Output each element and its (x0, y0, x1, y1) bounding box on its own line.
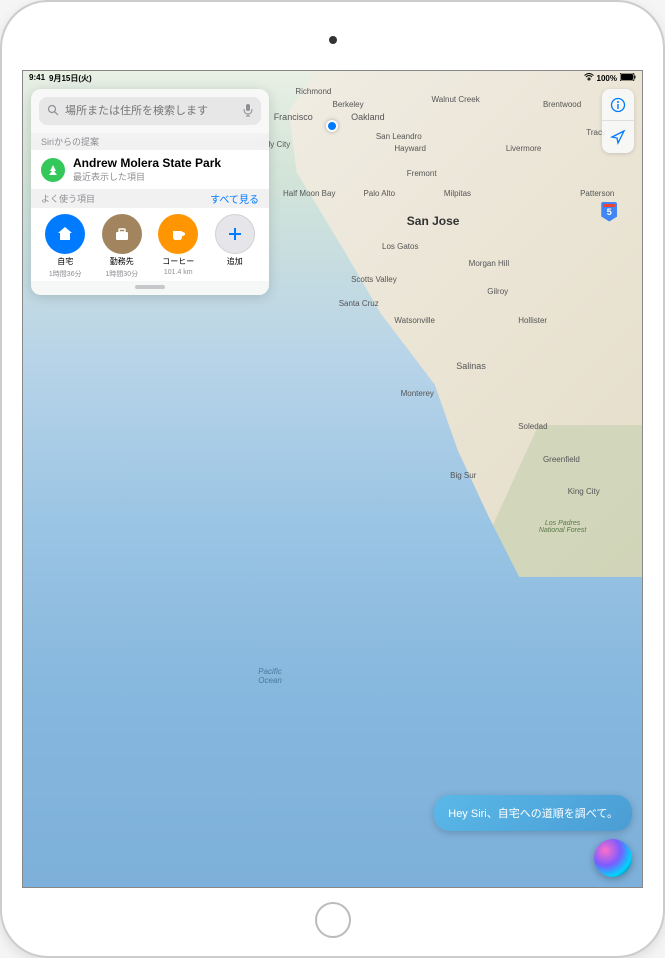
favorites-row: 自宅 1時間36分 勤務先 1時間30分 コーヒー 101.4 km (31, 208, 269, 281)
city-label[interactable]: Santa Cruz (339, 299, 379, 308)
city-label[interactable]: Livermore (506, 144, 542, 153)
city-label[interactable]: Salinas (456, 361, 486, 371)
favorites-section-header: よく使う項目 すべて見る (31, 189, 269, 208)
city-label[interactable]: Oakland (351, 112, 385, 122)
favorite-home[interactable]: 自宅 1時間36分 (41, 214, 90, 279)
home-icon (45, 214, 85, 254)
city-label[interactable]: Los Gatos (382, 242, 418, 251)
city-label[interactable]: Hollister (518, 316, 547, 325)
map-land[interactable] (258, 71, 642, 577)
map-forest (469, 425, 642, 577)
city-label[interactable]: Richmond (295, 87, 331, 96)
search-icon (47, 104, 59, 119)
park-icon (41, 158, 65, 182)
city-label[interactable]: Hayward (394, 144, 426, 153)
info-button[interactable] (602, 89, 634, 121)
briefcase-icon (102, 214, 142, 254)
city-label[interactable]: Berkeley (333, 100, 364, 109)
siri-orb[interactable] (594, 839, 632, 877)
wifi-icon (584, 73, 594, 83)
city-label[interactable]: Walnut Creek (432, 95, 480, 104)
search-input[interactable] (65, 105, 237, 117)
city-label[interactable]: Big Sur (450, 471, 476, 480)
locate-button[interactable] (602, 121, 634, 153)
mic-icon[interactable] (243, 103, 253, 120)
battery-icon (620, 73, 636, 83)
map-controls (602, 89, 634, 153)
city-label[interactable]: Patterson (580, 189, 614, 198)
forest-label: Los PadresNational Forest (539, 520, 586, 535)
home-button[interactable] (315, 902, 351, 938)
city-label[interactable]: Morgan Hill (469, 259, 509, 268)
status-date: 9月15日(火) (49, 73, 92, 84)
camera-dot (329, 36, 337, 44)
coffee-icon (158, 214, 198, 254)
plus-icon (215, 214, 255, 254)
search-card: Siriからの提案 Andrew Molera State Park 最近表示し… (31, 89, 269, 295)
screen: 9:41 9月15日(火) 100% RichmondBerkeley Walnu… (22, 70, 643, 888)
status-time: 9:41 (29, 73, 45, 84)
city-label[interactable]: Scotts Valley (351, 275, 397, 284)
city-label[interactable]: San Leandro (376, 132, 422, 141)
suggestion-subtitle: 最近表示した項目 (73, 170, 259, 183)
siri-response-bubble: Hey Siri、自宅への道順を調べて。 (434, 795, 632, 831)
city-label[interactable]: Francisco (274, 112, 313, 122)
battery-pct: 100% (597, 74, 617, 83)
ipad-frame: 9:41 9月15日(火) 100% RichmondBerkeley Walnu… (0, 0, 665, 958)
city-label[interactable]: Soledad (518, 422, 547, 431)
city-label[interactable]: Monterey (401, 389, 434, 398)
see-all-link[interactable]: すべて見る (210, 191, 259, 206)
favorite-work[interactable]: 勤務先 1時間30分 (98, 214, 147, 279)
search-field[interactable] (39, 97, 261, 125)
ocean-label: PacificOcean (258, 667, 282, 686)
city-label[interactable]: Palo Alto (363, 189, 395, 198)
city-label[interactable]: Greenfield (543, 455, 580, 464)
favorite-add[interactable]: 追加 (211, 214, 260, 279)
card-grabber[interactable] (135, 285, 165, 289)
suggestion-title: Andrew Molera State Park (73, 156, 259, 170)
city-label[interactable]: Half Moon Bay (283, 189, 335, 198)
city-label[interactable]: Gilroy (487, 287, 508, 296)
city-label[interactable]: Brentwood (543, 100, 581, 109)
city-label[interactable]: San Jose (407, 214, 460, 228)
city-label[interactable]: King City (568, 487, 600, 496)
favorite-coffee[interactable]: コーヒー 101.4 km (154, 214, 203, 279)
siri-section-header: Siriからの提案 (31, 133, 269, 150)
siri-suggestion-row[interactable]: Andrew Molera State Park 最近表示した項目 (31, 150, 269, 189)
status-bar: 9:41 9月15日(火) 100% (23, 71, 642, 85)
city-label[interactable]: Milpitas (444, 189, 471, 198)
city-label[interactable]: Fremont (407, 169, 437, 178)
city-label[interactable]: Watsonville (394, 316, 435, 325)
